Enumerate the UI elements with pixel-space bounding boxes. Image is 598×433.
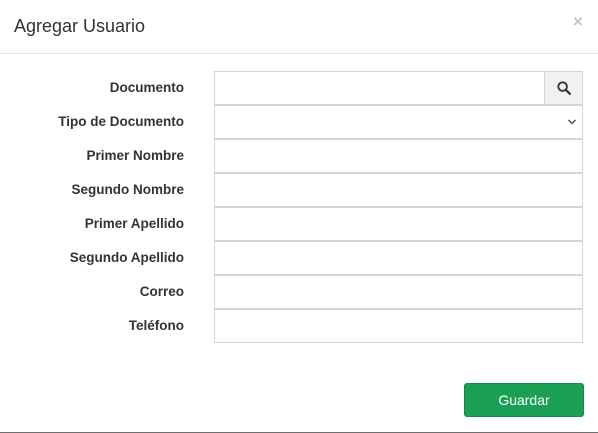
- correo-input[interactable]: [214, 275, 583, 309]
- search-icon: [556, 81, 571, 95]
- modal-title: Agregar Usuario: [14, 16, 146, 36]
- modal-header: Agregar Usuario ×: [0, 0, 598, 54]
- telefono-input[interactable]: [214, 309, 583, 343]
- segundo-apellido-input[interactable]: [214, 241, 583, 275]
- form-row-documento: Documento: [0, 71, 598, 105]
- tipo-documento-label: Tipo de Documento: [58, 114, 184, 129]
- telefono-label: Teléfono: [128, 318, 184, 333]
- save-button[interactable]: Guardar: [464, 383, 584, 417]
- form-row-segundo-apellido: Segundo Apellido: [0, 241, 598, 275]
- search-button[interactable]: [544, 71, 583, 105]
- correo-label: Correo: [139, 284, 184, 299]
- segundo-apellido-label: Segundo Apellido: [69, 250, 184, 265]
- form-row-segundo-nombre: Segundo Nombre: [0, 173, 598, 207]
- form-row-primer-apellido: Primer Apellido: [0, 207, 598, 241]
- tipo-documento-select[interactable]: [214, 105, 583, 139]
- primer-apellido-input[interactable]: [214, 207, 583, 241]
- form-row-telefono: Teléfono: [0, 309, 598, 343]
- primer-nombre-input[interactable]: [214, 139, 583, 173]
- documento-input[interactable]: [214, 71, 545, 105]
- primer-apellido-label: Primer Apellido: [84, 216, 184, 231]
- add-user-modal: Agregar Usuario × Documento Tipo de Docu…: [0, 0, 598, 433]
- form-row-primer-nombre: Primer Nombre: [0, 139, 598, 173]
- form-row-correo: Correo: [0, 275, 598, 309]
- chevron-down-icon: [568, 119, 576, 125]
- form-row-tipo-documento: Tipo de Documento: [0, 105, 598, 139]
- primer-nombre-label: Primer Nombre: [86, 148, 184, 163]
- documento-label: Documento: [109, 80, 184, 95]
- segundo-nombre-label: Segundo Nombre: [71, 182, 184, 197]
- segundo-nombre-input[interactable]: [214, 173, 583, 207]
- close-icon[interactable]: ×: [570, 12, 586, 32]
